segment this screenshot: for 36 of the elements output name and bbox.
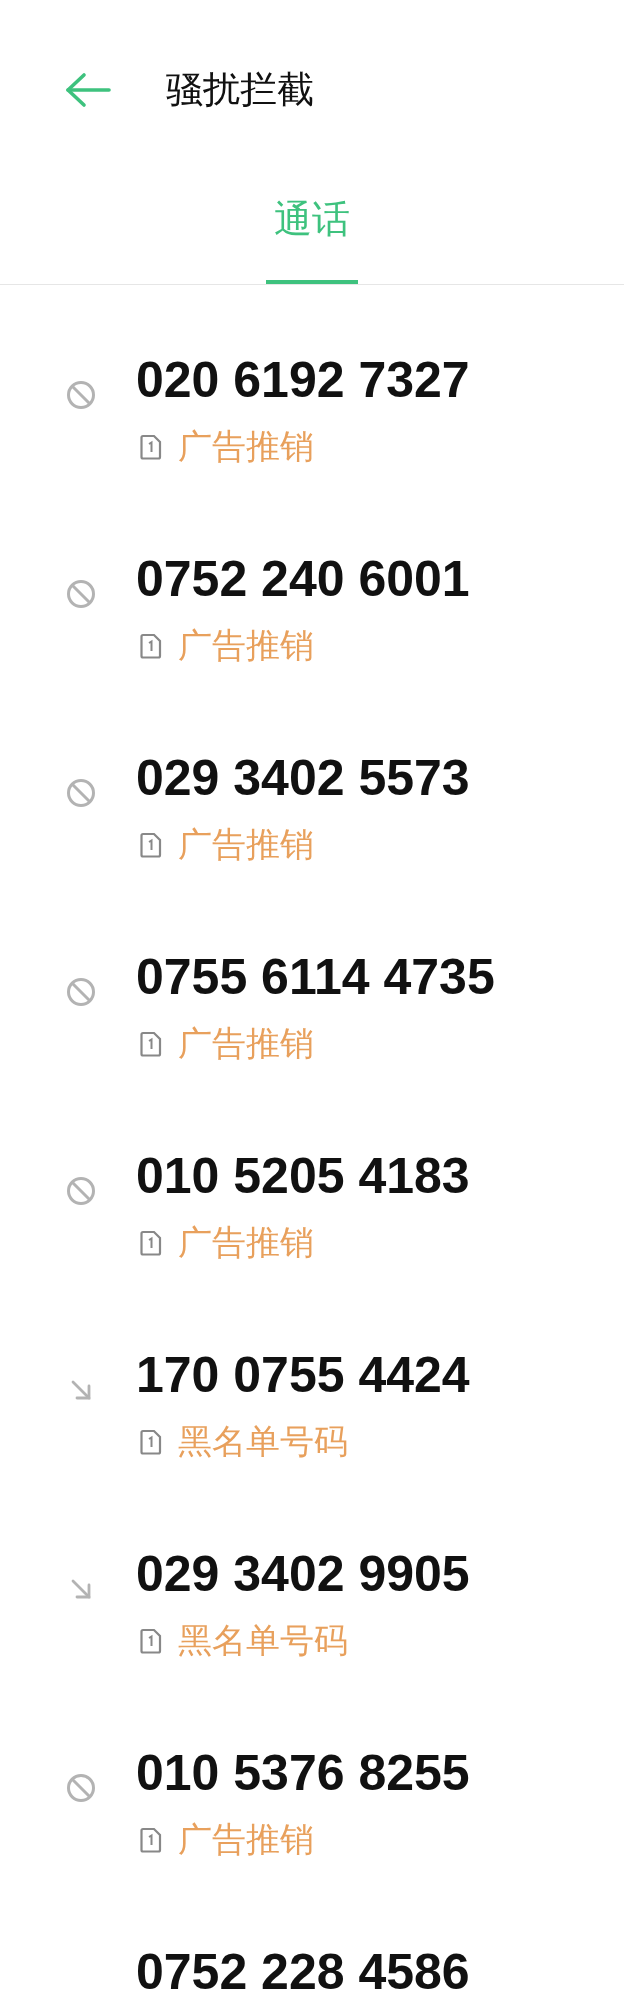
sim-card-icon: [140, 633, 162, 659]
phone-number: 0752 240 6001: [136, 551, 470, 607]
phone-number: 170 0755 4424: [136, 1347, 470, 1403]
sim-card-icon: [140, 434, 162, 460]
block-icon: [66, 777, 96, 808]
phone-number: 0752 228 4586: [136, 1944, 470, 2000]
spam-tag: 广告推销: [178, 1817, 314, 1863]
sim-card-icon: [140, 1230, 162, 1256]
block-icon: [66, 379, 96, 410]
phone-number: 029 3402 9905: [136, 1546, 470, 1602]
page-title: 骚扰拦截: [166, 68, 314, 112]
spam-tag: 广告推销: [178, 623, 314, 669]
phone-number: 029 3402 5573: [136, 750, 470, 806]
phone-number: 010 5205 4183: [136, 1148, 470, 1204]
sim-card-icon: [140, 1429, 162, 1455]
incoming-arrow-icon: [70, 1378, 92, 1401]
sim-card-icon: [140, 1628, 162, 1654]
spam-tag: 广告推销: [178, 1220, 314, 1266]
spam-tag: 广告推销: [178, 424, 314, 470]
tab[interactable]: 通话: [266, 180, 358, 284]
back-button[interactable]: [64, 72, 114, 108]
incoming-arrow-icon: [70, 1577, 92, 1600]
spam-tag: 广告推销: [178, 822, 314, 868]
phone-number: 0755 6114 4735: [136, 949, 495, 1005]
spam-tag: 广告推销: [178, 1021, 314, 1067]
sim-card-icon: [140, 1031, 162, 1057]
phone-number: 020 6192 7327: [136, 352, 470, 408]
spam-tag: 黑名单号码: [178, 1618, 348, 1664]
sim-card-icon: [140, 1827, 162, 1853]
block-icon: [66, 1772, 96, 1803]
block-icon: [66, 976, 96, 1007]
sim-card-icon: [140, 832, 162, 858]
block-icon: [66, 1175, 96, 1206]
block-icon: [66, 578, 96, 609]
spam-tag: 黑名单号码: [178, 1419, 348, 1465]
phone-number: 010 5376 8255: [136, 1745, 470, 1801]
